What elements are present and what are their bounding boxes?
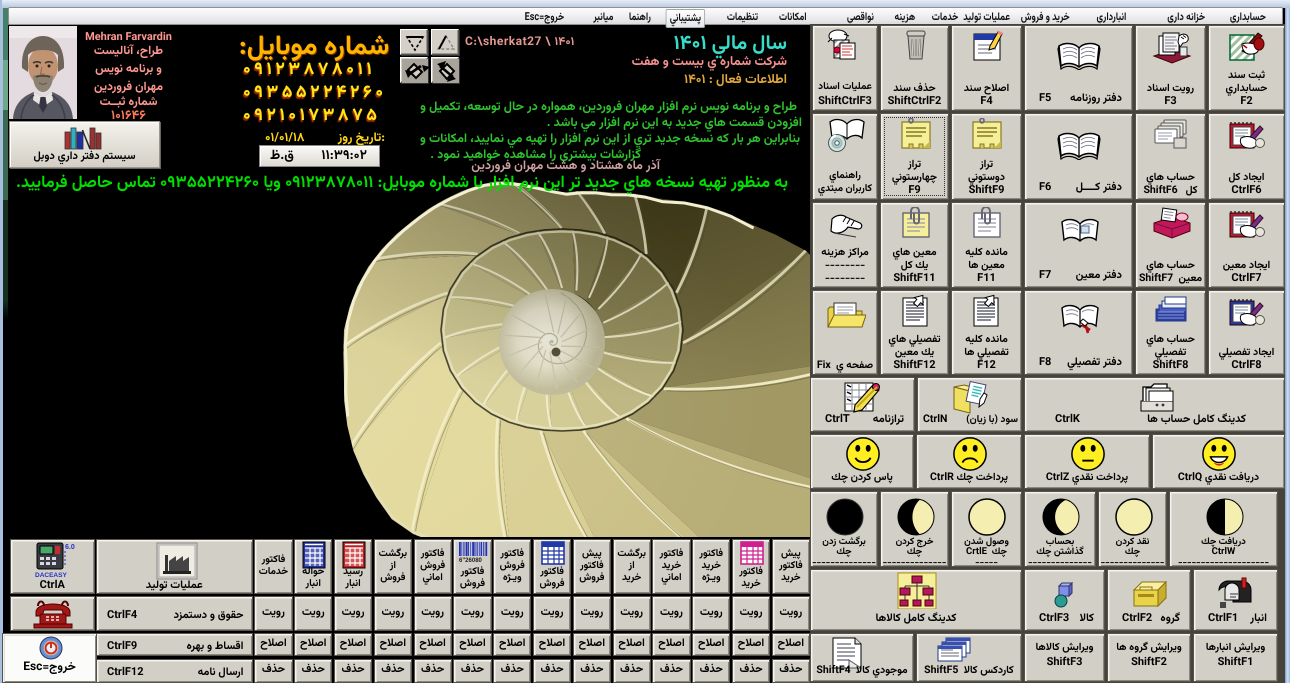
svg-text:6.0: 6.0 (65, 544, 75, 551)
svg-text:6"26080: 6"26080 (459, 558, 483, 564)
